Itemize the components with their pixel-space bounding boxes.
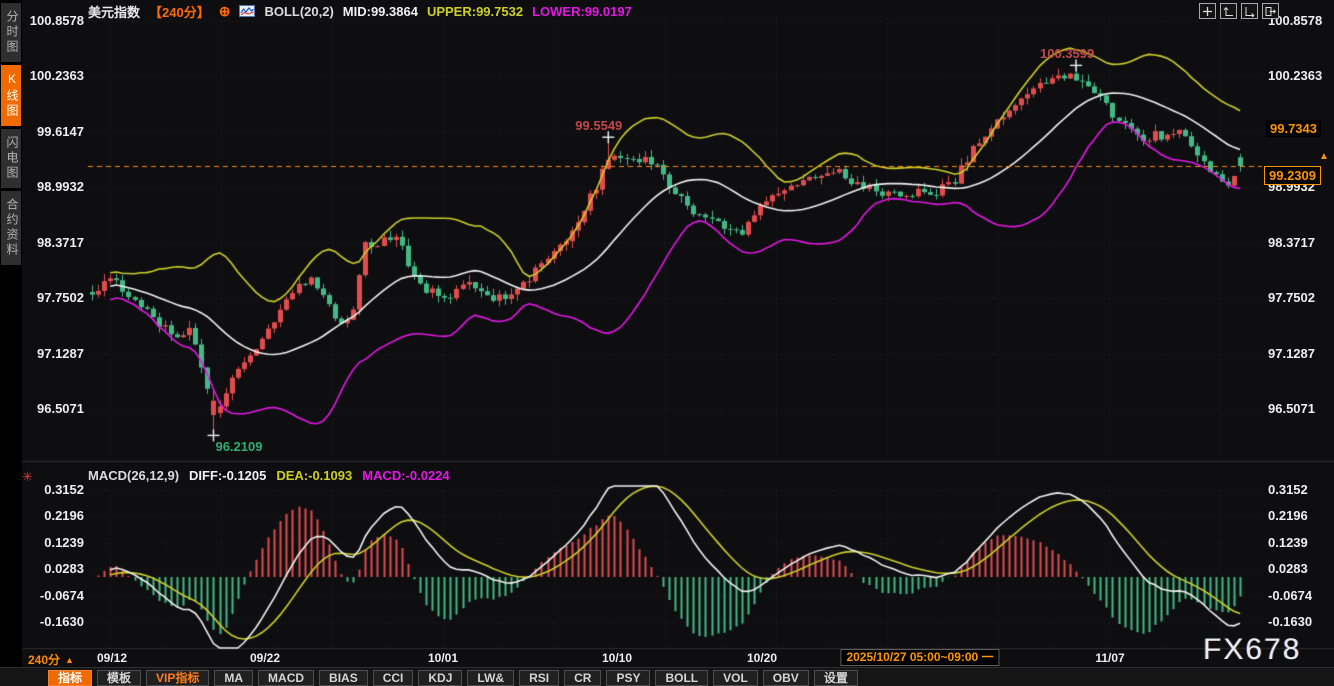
kline-app-window: 分时图 K线图闪电图合约资料 美元指数 【240分】 ⊕ BOLL(20,2) M… (0, 0, 1334, 686)
x-axis-tick: 10/10 (602, 651, 632, 665)
y-axis-scale-icon[interactable] (1220, 3, 1237, 19)
macd-axis-label: 0.1239 (1268, 535, 1308, 550)
toolbar-item-指标[interactable]: 指标 (48, 670, 92, 686)
period-selector[interactable]: 240分 ▲ (28, 651, 74, 668)
boll-indicator-label: BOLL(20,2) (264, 4, 333, 19)
macd-axis-label: 0.3152 (1268, 482, 1308, 497)
boll-mid-value: MID:99.3864 (343, 4, 418, 19)
toolbar-item-OBV[interactable]: OBV (763, 670, 809, 686)
sidebar-tab-2[interactable]: K线图 (1, 65, 21, 126)
toolbar-item-RSI[interactable]: RSI (519, 670, 559, 686)
sidebar-tab-1[interactable]: 分时图 (1, 3, 21, 62)
toolbar-item-PSY[interactable]: PSY (606, 670, 650, 686)
chart-type-sidebar: 分时图 K线图闪电图合约资料 (0, 0, 22, 686)
toolbar-item-MACD[interactable]: MACD (258, 670, 314, 686)
indicator-settings-icon[interactable]: ✳ (22, 469, 33, 485)
window-controls (1199, 3, 1279, 19)
sidebar-tab-4[interactable]: 合约资料 (1, 191, 21, 265)
exit-chart-icon[interactable] (1262, 3, 1279, 19)
sidebar-tab-3[interactable]: 闪电图 (1, 129, 21, 188)
macd-indicator-label: MACD(26,12,9) (88, 468, 179, 483)
toolbar-item-CCI[interactable]: CCI (373, 670, 414, 686)
price-axis-label: 97.7502 (1268, 290, 1315, 305)
price-axis-label: 100.2363 (1268, 68, 1322, 83)
price-axis-label: 98.3717 (1268, 235, 1315, 250)
mini-chart-icon[interactable] (239, 5, 255, 17)
annotation-low: 96.2109 (215, 439, 262, 454)
macd-header: MACD(26,12,9) DIFF:-0.1205 DEA:-0.1093 M… (88, 468, 450, 483)
symbol-name: 美元指数 (88, 2, 140, 21)
last-price-tag: 99.2309 (1264, 166, 1321, 185)
toolbar-item-VIP指标[interactable]: VIP指标 (146, 670, 209, 686)
toolbar-item-BIAS[interactable]: BIAS (319, 670, 368, 686)
x-axis-tick: 11/07 (1095, 651, 1124, 665)
price-axis-label: 97.1287 (1268, 346, 1315, 361)
upper-band-price-tag: 99.7343 (1266, 120, 1321, 137)
macd-axis-label: 0.2196 (1268, 508, 1308, 523)
indicator-toolbar: 指标模板 VIP指标 MA MACD BIAS CCIKDJ LW&RSI CR PSY BOLL… (0, 667, 1334, 686)
macd-diff-value: DIFF:-0.1205 (189, 468, 266, 483)
x-axis-tick: 10/20 (747, 651, 777, 665)
chevron-up-icon: ▲ (65, 655, 74, 665)
macd-axis-label: -0.0674 (1268, 588, 1312, 603)
x-axis-tick: 09/12 (97, 651, 127, 665)
x-axis-tick: 10/01 (428, 651, 458, 665)
period-tag: 【240分】 (149, 2, 210, 21)
toolbar-item-BOLL[interactable]: BOLL (655, 670, 708, 686)
toolbar-item-VOL[interactable]: VOL (713, 670, 758, 686)
toolbar-item-模板[interactable]: 模板 (97, 670, 141, 686)
chart-header: 美元指数 【240分】 ⊕ BOLL(20,2) MID:99.3864 UPP… (88, 3, 632, 19)
x-axis-scale-icon[interactable] (1241, 3, 1258, 19)
macd-axis-label: 0.0283 (1268, 561, 1308, 576)
add-indicator-icon[interactable]: ⊕ (219, 3, 231, 20)
boll-lower-value: LOWER:99.0197 (532, 4, 632, 19)
annotation-high-2: 100.3599 (1040, 46, 1094, 61)
toolbar-item-LW&[interactable]: LW& (467, 670, 514, 686)
price-up-arrow-icon: ▲ (1319, 151, 1329, 162)
toolbar-item-设置[interactable]: 设置 (814, 670, 858, 686)
selected-time-label: 2025/10/27 05:00~09:00 一 (840, 649, 999, 666)
x-axis-tick: 09/22 (250, 651, 280, 665)
toolbar-item-CR[interactable]: CR (564, 670, 601, 686)
toolbar-item-KDJ[interactable]: KDJ (418, 670, 462, 686)
crosshair-move-icon[interactable] (1199, 3, 1216, 19)
toolbar-item-MA[interactable]: MA (214, 670, 253, 686)
chart-canvas[interactable] (0, 0, 1334, 686)
macd-hist-value: MACD:-0.0224 (362, 468, 449, 483)
period-selector-label: 240分 (28, 651, 60, 668)
watermark: FX678 (1203, 633, 1301, 667)
price-axis-label: 96.5071 (1268, 401, 1315, 416)
macd-dea-value: DEA:-0.1093 (276, 468, 352, 483)
macd-axis-label: -0.1630 (1268, 614, 1312, 629)
annotation-high-1: 99.5549 (575, 118, 622, 133)
boll-upper-value: UPPER:99.7532 (427, 4, 523, 19)
